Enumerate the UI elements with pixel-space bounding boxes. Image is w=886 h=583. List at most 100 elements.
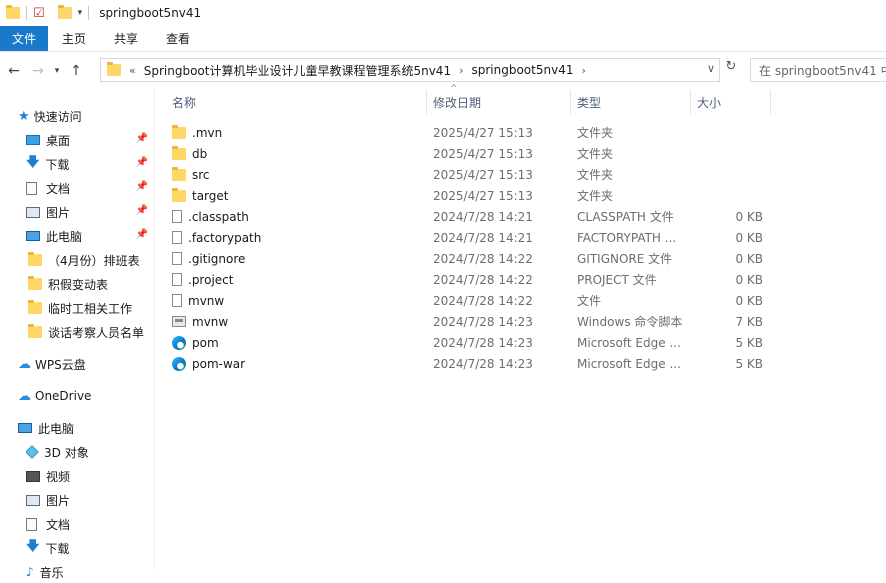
- column-header-date[interactable]: 修改日期: [425, 88, 569, 116]
- cloud-icon: ☁: [18, 356, 31, 372]
- sidebar-item-pictures-pc[interactable]: 图片: [26, 489, 154, 511]
- sidebar-item-this-pc[interactable]: 此电脑: [18, 417, 172, 439]
- sidebar-item-quick-access[interactable]: ★ 快速访问: [18, 105, 172, 127]
- recent-locations-chevron-icon[interactable]: ▾: [50, 66, 64, 76]
- back-arrow-icon[interactable]: ←: [2, 63, 26, 79]
- sidebar-item-downloads-pc[interactable]: 🡇 下载: [26, 537, 154, 559]
- sidebar-item-wps-cloud[interactable]: ☁ WPS云盘: [18, 353, 172, 375]
- table-row[interactable]: pom-war 2024/7/28 14:23 Microsoft Edge ...…: [160, 353, 770, 374]
- file-type: 文件: [577, 294, 602, 308]
- modified-date: 2024/7/28 14:21: [433, 209, 533, 224]
- file-type: FACTORYPATH ...: [577, 230, 677, 245]
- forward-arrow-icon[interactable]: →: [26, 63, 50, 79]
- table-row[interactable]: .classpath 2024/7/28 14:21 CLASSPATH 文件 0 K…: [160, 206, 770, 227]
- breadcrumb-parent[interactable]: Springboot计算机毕业设计儿童早教课程管理系统5nv41: [144, 62, 451, 79]
- table-row[interactable]: .project 2024/7/28 14:22 PROJECT 文件 0 KB: [160, 269, 770, 290]
- sidebar-item-pictures[interactable]: 图片 📌: [26, 201, 154, 223]
- pin-icon: 📌: [135, 229, 148, 240]
- sidebar-item-videos[interactable]: 视频: [26, 465, 154, 487]
- table-row[interactable]: .gitignore 2024/7/28 14:22 GITIGNORE 文件 0 K…: [160, 248, 770, 269]
- table-row[interactable]: .factorypath 2024/7/28 14:21 FACTORYPATH .…: [160, 227, 770, 248]
- refresh-icon[interactable]: ↻: [722, 59, 740, 81]
- file-name-cell[interactable]: target: [172, 185, 229, 206]
- sidebar-item-documents[interactable]: 文档 📌: [26, 177, 154, 199]
- breadcrumb-current[interactable]: springboot5nv41: [471, 63, 573, 77]
- table-row[interactable]: mvnw 2024/7/28 14:23 Windows 命令脚本 7 KB: [160, 311, 770, 332]
- file-name-cell[interactable]: pom-war: [172, 353, 245, 374]
- sidebar-item-downloads[interactable]: 🡇 下载 📌: [26, 153, 154, 175]
- file-name: .project: [188, 272, 234, 287]
- modified-date: 2024/7/28 14:22: [433, 251, 533, 266]
- address-bar[interactable]: « Springboot计算机毕业设计儿童早教课程管理系统5nv41 › spr…: [100, 58, 720, 82]
- pin-icon: 📌: [135, 205, 148, 216]
- table-row[interactable]: src 2025/4/27 15:13 文件夹: [160, 164, 770, 185]
- file-name-cell[interactable]: db: [172, 143, 207, 164]
- file-name-cell[interactable]: mvnw: [172, 311, 228, 332]
- file-name-cell[interactable]: mvnw: [172, 290, 224, 311]
- file-name-cell[interactable]: .gitignore: [172, 248, 245, 269]
- sidebar-item-recent-folder[interactable]: 积假变动表: [28, 273, 154, 295]
- search-input[interactable]: 在 springboot5nv41 中: [750, 58, 886, 82]
- sidebar-item-recent-folder[interactable]: （4月份）排班表: [28, 249, 154, 271]
- modified-date: 2024/7/28 14:23: [433, 314, 533, 329]
- file-type: 文件夹: [577, 147, 614, 161]
- file-icon: [172, 273, 182, 286]
- column-header-name[interactable]: 名称: [164, 88, 426, 116]
- table-row[interactable]: db 2025/4/27 15:13 文件夹: [160, 143, 770, 164]
- properties-icon[interactable]: ☑: [33, 6, 45, 21]
- sidebar-item-music[interactable]: ♪ 音乐: [26, 561, 154, 583]
- file-name-cell[interactable]: .project: [172, 269, 233, 290]
- table-row[interactable]: .mvn 2025/4/27 15:13 文件夹: [160, 122, 770, 143]
- document-icon: [26, 517, 37, 531]
- new-folder-icon[interactable]: [57, 5, 72, 19]
- table-row[interactable]: pom 2024/7/28 14:23 Microsoft Edge ... 5 KB: [160, 332, 770, 353]
- sidebar-item-onedrive[interactable]: ☁ OneDrive: [18, 385, 172, 407]
- overflow-crumb[interactable]: «: [129, 64, 136, 77]
- file-name-cell[interactable]: .mvn: [172, 122, 222, 143]
- file-name: .factorypath: [188, 230, 262, 245]
- file-name-cell[interactable]: pom: [172, 332, 219, 353]
- modified-date: 2025/4/27 15:13: [433, 146, 533, 161]
- file-type: 文件夹: [577, 126, 614, 140]
- file-size: 0 KB: [735, 209, 763, 224]
- column-resize-handle[interactable]: [770, 90, 771, 114]
- pin-icon: 📌: [135, 133, 148, 144]
- column-header-type[interactable]: 类型: [569, 88, 689, 116]
- folder-icon: [28, 300, 42, 314]
- file-name-cell[interactable]: src: [172, 164, 210, 185]
- chevron-right-icon[interactable]: ›: [581, 64, 585, 77]
- sidebar-item-3d-objects[interactable]: 3D 对象: [26, 441, 154, 463]
- file-type: PROJECT 文件: [577, 273, 657, 287]
- up-arrow-icon[interactable]: ↑: [64, 63, 88, 79]
- column-header-size[interactable]: 大小: [689, 88, 769, 116]
- table-row[interactable]: target 2025/4/27 15:13 文件夹: [160, 185, 770, 206]
- file-name: target: [192, 188, 229, 203]
- tab-file[interactable]: 文件: [0, 26, 49, 51]
- address-dropdown-icon[interactable]: ∨: [707, 62, 715, 75]
- chevron-right-icon[interactable]: ›: [459, 64, 463, 77]
- pane-divider[interactable]: [154, 88, 155, 570]
- sidebar-item-documents-pc[interactable]: 文档: [26, 513, 154, 535]
- sidebar-item-desktop[interactable]: 桌面 📌: [26, 129, 154, 151]
- tab-share[interactable]: 共享: [100, 26, 152, 51]
- file-name-cell[interactable]: .factorypath: [172, 227, 261, 248]
- file-type: GITIGNORE 文件: [577, 252, 673, 266]
- file-size: 7 KB: [735, 314, 763, 329]
- download-icon: 🡇: [26, 155, 40, 170]
- file-name: .gitignore: [188, 251, 246, 266]
- file-size: 0 KB: [735, 230, 763, 245]
- file-name-cell[interactable]: .classpath: [172, 206, 249, 227]
- file-icon: [172, 231, 182, 244]
- folder-icon: [6, 5, 20, 19]
- file-name: .mvn: [192, 125, 223, 140]
- chevron-down-icon[interactable]: ▾: [78, 8, 83, 18]
- sidebar-item-recent-folder[interactable]: 谈话考察人员名单: [28, 321, 154, 343]
- sidebar-item-this-pc-pinned[interactable]: 此电脑 📌: [26, 225, 154, 247]
- file-name: mvnw: [188, 293, 225, 308]
- pin-icon: 📌: [135, 157, 148, 168]
- tab-home[interactable]: 主页: [48, 26, 100, 51]
- tab-view[interactable]: 查看: [152, 26, 204, 51]
- divider: [51, 6, 52, 20]
- table-row[interactable]: mvnw 2024/7/28 14:22 文件 0 KB: [160, 290, 770, 311]
- sidebar-item-recent-folder[interactable]: 临时工相关工作: [28, 297, 154, 319]
